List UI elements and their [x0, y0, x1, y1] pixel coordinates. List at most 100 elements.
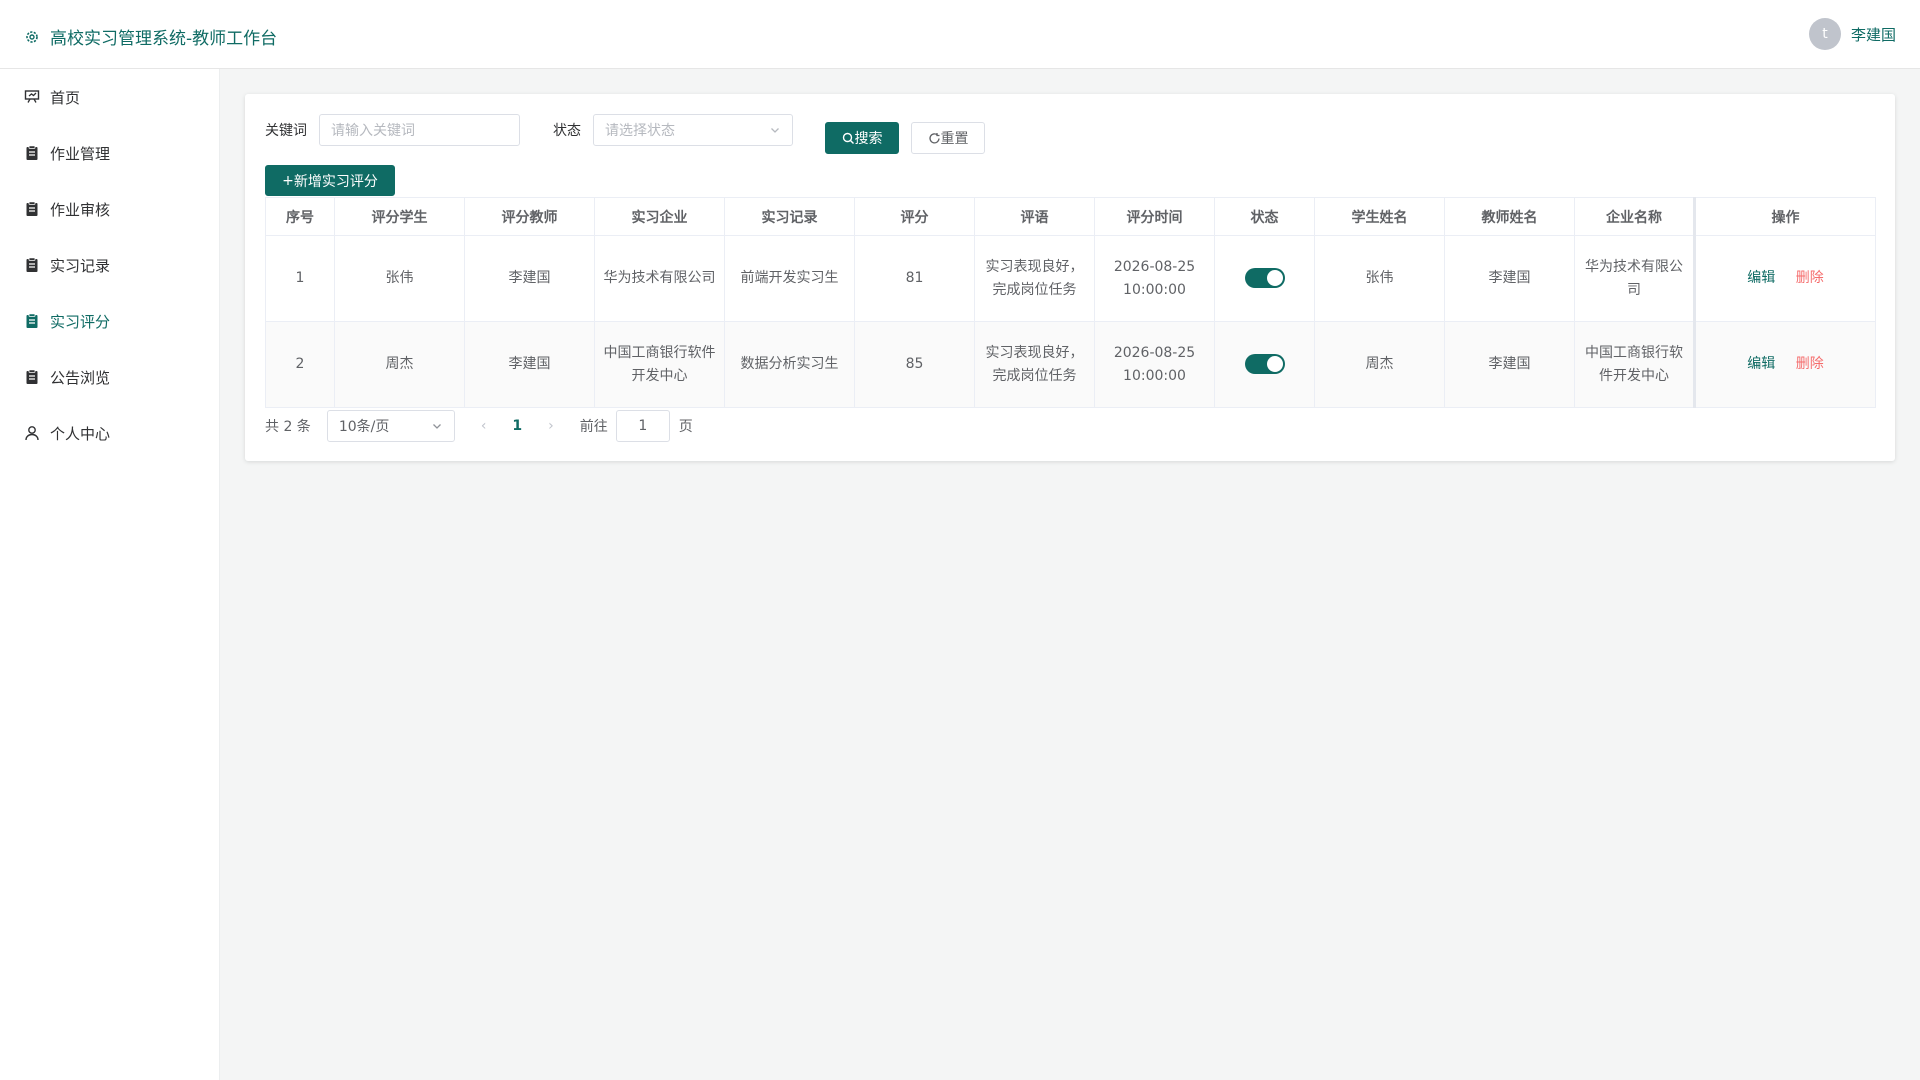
cell-status [1214, 235, 1315, 322]
sidebar-item-label: 实习记录 [50, 256, 111, 275]
cell-actions: 编辑 删除 [1693, 235, 1876, 322]
top-bar: 高校实习管理系统-教师工作台 t 李建国 [0, 0, 1920, 69]
total-count: 共 2 条 [265, 419, 311, 435]
pagination: 共 2 条 10条/页 ‹ 1 › 前往 1 页 [265, 410, 693, 442]
cell-no: 1 [265, 235, 335, 322]
cell-student: 张伟 [334, 235, 465, 322]
search-button[interactable]: 搜索 [825, 122, 899, 154]
page-size-value: 10条/页 [338, 419, 390, 435]
user-menu[interactable]: t 李建国 [1808, 18, 1896, 50]
table-row: 1 张伟 李建国 华为技术有限公司 前端开发实习生 81 实习表现良好，完成岗位… [265, 235, 1876, 322]
column-header: 评语 [974, 197, 1095, 236]
cell-time: 2026-08-25 10:00:00 [1094, 235, 1215, 322]
cell-actions: 编辑 删除 [1693, 321, 1876, 408]
cell-teacher: 李建国 [464, 235, 595, 322]
status-select[interactable]: 请选择状态 [593, 114, 793, 146]
avatar[interactable]: t [1808, 18, 1841, 50]
delete-button[interactable]: 删除 [1796, 270, 1824, 286]
sidebar-item-label: 作业审核 [50, 200, 111, 219]
status-placeholder: 请选择状态 [605, 123, 675, 139]
clipboard-icon [24, 369, 40, 385]
sidebar-item-label: 实习评分 [50, 312, 111, 331]
cell-student-name: 张伟 [1314, 235, 1445, 322]
cell-score: 81 [854, 235, 975, 322]
add-score-button[interactable]: + 新增实习评分 [265, 165, 395, 196]
prev-page-icon[interactable]: ‹ [481, 418, 487, 434]
keyword-input[interactable]: 请输入关键词 [319, 114, 520, 146]
goto-page-input[interactable]: 1 [615, 410, 670, 442]
filter-bar: 关键词 请输入关键词 状态 请选择状态 搜索 重置 [265, 114, 1865, 154]
cell-record: 数据分析实习生 [724, 321, 855, 408]
cell-company: 华为技术有限公司 [594, 235, 725, 322]
status-toggle[interactable] [1244, 354, 1285, 374]
reset-label: 重置 [940, 131, 969, 147]
sidebar-item-label: 个人中心 [50, 424, 111, 443]
column-header: 企业名称 [1574, 197, 1695, 236]
cell-record: 前端开发实习生 [724, 235, 855, 322]
brand: 高校实习管理系统-教师工作台 [24, 24, 277, 49]
cell-student: 周杰 [334, 321, 465, 408]
column-header: 学生姓名 [1314, 197, 1445, 236]
cell-company-name: 华为技术有限公司 [1574, 235, 1695, 322]
user-name[interactable]: 李建国 [1851, 24, 1896, 45]
sidebar-item-assignment-management[interactable]: 作业管理 [0, 125, 219, 181]
score-table: 序号 评分学生 评分教师 实习企业 实习记录 评分 评语 评分时间 状态 学生姓… [265, 197, 1876, 408]
cell-time: 2026-08-25 10:00:00 [1094, 321, 1215, 408]
presentation-icon [24, 89, 40, 105]
sidebar-item-announcements[interactable]: 公告浏览 [0, 349, 219, 405]
search-label: 搜索 [854, 131, 883, 147]
cell-teacher-name: 李建国 [1444, 235, 1575, 322]
table-row: 2 周杰 李建国 中国工商银行软件开发中心 数据分析实习生 85 实习表现良好，… [265, 321, 1876, 408]
clipboard-icon [24, 313, 40, 329]
sidebar-item-profile[interactable]: 个人中心 [0, 405, 219, 461]
column-header: 评分时间 [1094, 197, 1215, 236]
column-header: 操作 [1693, 197, 1876, 236]
status-toggle[interactable] [1244, 268, 1285, 288]
clipboard-icon [24, 201, 40, 217]
cell-comment: 实习表现良好，完成岗位任务 [974, 235, 1095, 322]
cell-student-name: 周杰 [1314, 321, 1445, 408]
column-header: 教师姓名 [1444, 197, 1575, 236]
goto-label: 前往 [579, 419, 608, 435]
sidebar-item-internship-records[interactable]: 实习记录 [0, 237, 219, 293]
sidebar-item-home[interactable]: 首页 [0, 69, 219, 125]
edit-button[interactable]: 编辑 [1747, 356, 1775, 372]
sidebar: 首页 作业管理 作业审核 实习记录 实习评分 公告浏览 个人中心 [0, 69, 220, 1080]
sidebar-item-label: 作业管理 [50, 144, 111, 163]
search-icon [842, 132, 854, 144]
add-label: 新增实习评分 [293, 173, 378, 190]
content-card: 关键词 请输入关键词 状态 请选择状态 搜索 重置 + 新增实习评分 序号 评分… [245, 94, 1895, 461]
sidebar-item-assignment-review[interactable]: 作业审核 [0, 181, 219, 237]
delete-button[interactable]: 删除 [1796, 356, 1824, 372]
next-page-icon[interactable]: › [548, 418, 554, 434]
clipboard-icon [24, 257, 40, 273]
sidebar-item-label: 公告浏览 [50, 368, 111, 387]
column-header: 状态 [1214, 197, 1315, 236]
clipboard-icon [24, 145, 40, 161]
cell-comment: 实习表现良好，完成岗位任务 [974, 321, 1095, 408]
cell-teacher-name: 李建国 [1444, 321, 1575, 408]
chevron-down-icon [432, 424, 441, 429]
user-icon [24, 425, 40, 441]
cell-teacher: 李建国 [464, 321, 595, 408]
refresh-icon [928, 132, 940, 143]
sidebar-item-internship-scores[interactable]: 实习评分 [0, 293, 219, 349]
edit-button[interactable]: 编辑 [1747, 270, 1775, 286]
chevron-down-icon [771, 128, 779, 133]
gear-icon [26, 30, 38, 43]
page-suffix: 页 [678, 419, 693, 435]
column-header: 实习记录 [724, 197, 855, 236]
cell-status [1214, 321, 1315, 408]
page-size-select[interactable]: 10条/页 [326, 410, 455, 442]
keyword-label: 关键词 [265, 123, 307, 139]
table-header-row: 序号 评分学生 评分教师 实习企业 实习记录 评分 评语 评分时间 状态 学生姓… [265, 197, 1876, 236]
reset-button[interactable]: 重置 [911, 122, 985, 154]
plus-icon: + [282, 172, 294, 189]
cell-no: 2 [265, 321, 335, 408]
column-header: 实习企业 [594, 197, 725, 236]
page-number-current[interactable]: 1 [512, 418, 522, 434]
column-header: 评分教师 [464, 197, 595, 236]
column-header: 序号 [265, 197, 335, 236]
column-header: 评分学生 [334, 197, 465, 236]
column-header: 评分 [854, 197, 975, 236]
